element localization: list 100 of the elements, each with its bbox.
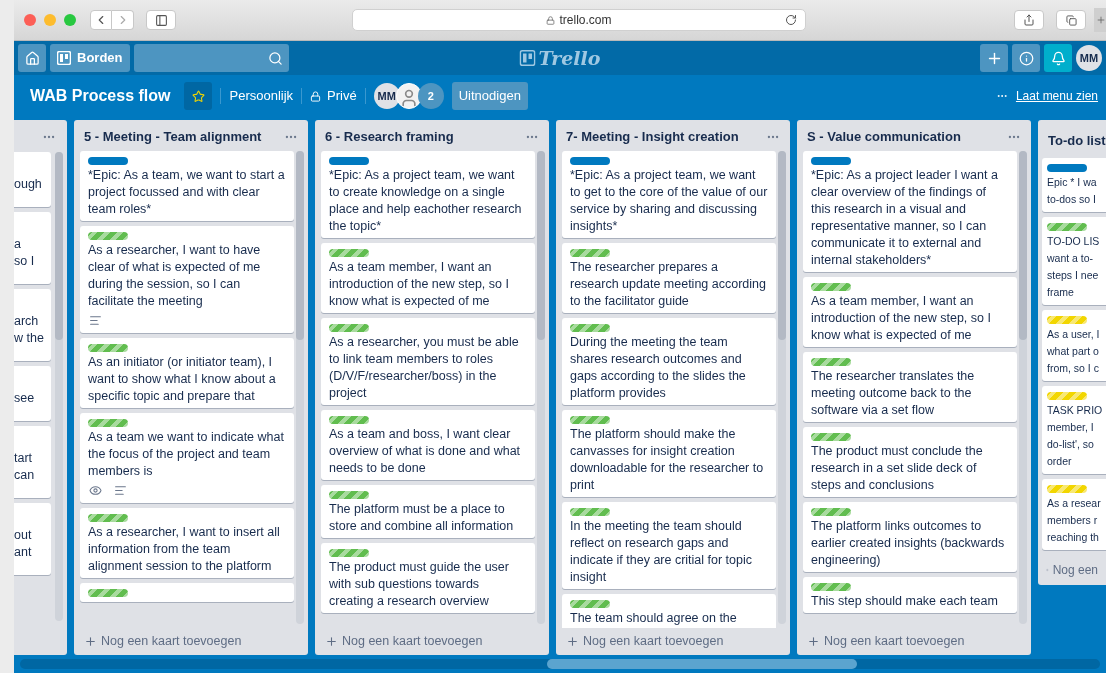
card-title: The product must conclude the research in a set slide deck of steps and conclusions — [811, 442, 984, 494]
card[interactable]: tart can — [14, 426, 51, 498]
card-label[interactable] — [811, 507, 851, 516]
horizontal-scrollbar[interactable] — [20, 659, 1100, 669]
add-card-button[interactable]: Nog een kaart toevoegen — [797, 628, 1031, 655]
card-label[interactable] — [88, 418, 128, 427]
card-label[interactable] — [88, 513, 128, 522]
card[interactable]: Epic * I wa to-dos so I — [1042, 158, 1106, 212]
card-label[interactable] — [570, 248, 610, 257]
card[interactable]: The researcher prepares a research update meeting according to the facilitator guide — [562, 242, 776, 313]
card[interactable]: As a team member, I want an introduction of the new step, so I know what is expected of me — [321, 242, 535, 313]
card[interactable]: As a team we want to indicate what the focus of the project and team members is — [80, 412, 294, 503]
card-label[interactable] — [329, 248, 369, 257]
add-card-button[interactable]: Nog een kaart toevoegen — [315, 628, 549, 655]
card-label[interactable] — [329, 323, 369, 332]
card-label[interactable] — [88, 231, 128, 240]
card[interactable]: As a researcher, you must be able to link team members to roles (D/V/F/researcher/boss) in the project — [321, 317, 535, 405]
card[interactable]: *Epic: As a team, we want to start a project focussed and with clear team roles* — [80, 150, 294, 221]
star-button[interactable] — [184, 82, 213, 110]
card-label[interactable] — [329, 490, 369, 499]
reload-icon[interactable] — [785, 14, 797, 26]
show-menu-link[interactable]: Laat menu zien — [1015, 87, 1098, 105]
card[interactable]: see — [14, 366, 51, 421]
card-label[interactable] — [329, 415, 369, 424]
card-label[interactable] — [811, 156, 851, 165]
list-scrollbar[interactable] — [296, 150, 304, 624]
card[interactable]: The product must conclude the research in a set slide deck of steps and conclusions — [803, 426, 1017, 497]
add-card-button[interactable]: Nog een — [1038, 555, 1106, 585]
card-label[interactable] — [811, 432, 851, 441]
list-scrollbar[interactable] — [1019, 150, 1027, 624]
card[interactable]: ough — [14, 152, 51, 207]
card-label[interactable] — [570, 156, 610, 165]
user-avatar[interactable]: MM — [1076, 45, 1102, 71]
add-button[interactable] — [980, 44, 1008, 72]
close-window-icon[interactable] — [24, 14, 36, 26]
search-field[interactable] — [133, 44, 289, 72]
address-bar[interactable]: trello.com — [352, 9, 806, 31]
card[interactable]: TASK PRIO member, I do-list', so order — [1042, 386, 1106, 474]
card[interactable]: As a team member, I want an introduction of the new step, so I know what is expected of me — [803, 276, 1017, 347]
card-label[interactable] — [1047, 164, 1087, 172]
list-scrollbar[interactable] — [778, 150, 786, 624]
card-title: The platform must be a place to store and combine all information — [329, 500, 515, 535]
card[interactable]: *Epic: As a project leader I want a clear overview of the findings of this research in a visual and representative manner, so I can communicate it to external and internal stakeholders* — [803, 150, 1017, 272]
card-label[interactable] — [570, 323, 610, 332]
card[interactable]: The platform should make the canvasses for insight creation downloadable for the researcher to print — [562, 409, 776, 497]
minimize-window-icon[interactable] — [44, 14, 56, 26]
card[interactable]: This step should make each team — [803, 576, 1017, 613]
card[interactable]: As a researcher, I want to insert all information from the team alignment session to the platform — [80, 507, 294, 578]
card-text: what part o — [1047, 344, 1099, 359]
card[interactable]: As a researcher, I want to have clear of what is expected of me during the session, so I can facilitate the meeting — [80, 225, 294, 333]
team-button[interactable]: Persoonlijk — [229, 86, 294, 106]
share-button[interactable] — [1014, 10, 1044, 30]
card[interactable]: The team should agree on the — [562, 593, 776, 628]
card-label[interactable] — [570, 599, 610, 608]
card-label[interactable] — [811, 357, 851, 366]
sidebar-button[interactable] — [146, 10, 176, 30]
card-label[interactable] — [570, 415, 610, 424]
avatar-silhouette[interactable] — [395, 83, 422, 109]
card[interactable] — [80, 582, 294, 602]
maximize-window-icon[interactable] — [64, 14, 76, 26]
add-card-button[interactable]: Nog een kaart toevoegen — [74, 628, 308, 655]
add-card-button[interactable]: Nog een kaart toevoegen — [556, 628, 790, 655]
card[interactable]: In the meeting the team should reflect on research gaps and indicate if they are critial for topic insight — [562, 501, 776, 589]
member-avatar[interactable]: MM — [373, 83, 400, 109]
notifications-button[interactable] — [1044, 44, 1072, 72]
card[interactable]: During the meeting the team shares research outcomes and gaps according to the slides the platform provides — [562, 317, 776, 405]
back-button[interactable] — [90, 10, 112, 30]
list-scrollbar[interactable] — [537, 150, 545, 624]
card[interactable]: *Epic: As a project team, we want to create knowledge on a single place and help eachother research the topic* — [321, 150, 535, 238]
card-label[interactable] — [811, 582, 851, 591]
board-title[interactable]: WAB Process flow — [30, 84, 171, 108]
card-label[interactable] — [1047, 223, 1087, 231]
card[interactable]: As a resear members r reaching th — [1042, 479, 1106, 550]
card-label[interactable] — [88, 343, 128, 352]
card[interactable]: TO-DO LIS want a to- steps I nee frame — [1042, 217, 1106, 305]
new-tab-button[interactable] — [1094, 8, 1106, 32]
card[interactable]: out ant — [14, 503, 51, 575]
card[interactable]: As an initiator (or initiator team), I want to show what I know about a specific topic and prepare that — [80, 337, 294, 408]
card[interactable]: The researcher translates the meeting outcome back to the software via a set flow — [803, 351, 1017, 422]
info-button[interactable] — [1012, 44, 1040, 72]
card-label[interactable] — [88, 588, 128, 597]
card[interactable]: a so I — [14, 212, 51, 284]
card[interactable]: The product must guide the user with sub questions towards creating a research overview — [321, 542, 535, 613]
forward-button[interactable] — [112, 10, 134, 30]
card-label[interactable] — [88, 156, 128, 165]
home-button[interactable] — [18, 44, 46, 72]
card[interactable]: arch w the — [14, 289, 51, 361]
card[interactable]: *Epic: As a project team, we want to get to the core of the value of our service by sharing and discussing insights* — [562, 150, 776, 238]
card[interactable]: The platform must be a place to store and combine all information — [321, 484, 535, 538]
card-label[interactable] — [329, 156, 369, 165]
card[interactable]: As a user, I what part o from, so I c — [1042, 310, 1106, 381]
list-scrollbar[interactable] — [55, 152, 63, 621]
tabs-button[interactable] — [1056, 10, 1086, 30]
visibility-button[interactable]: Privé — [310, 86, 357, 106]
card-text: from, so I c — [1047, 361, 1099, 376]
card[interactable]: As a team and boss, I want clear overview of what is done and what needs to be done — [321, 409, 535, 480]
card-label[interactable] — [570, 507, 610, 516]
card[interactable]: The platform links outcomes to earlier created insights (backwards engineering) — [803, 501, 1017, 572]
card-label[interactable] — [811, 282, 851, 291]
card-label[interactable] — [329, 548, 369, 557]
